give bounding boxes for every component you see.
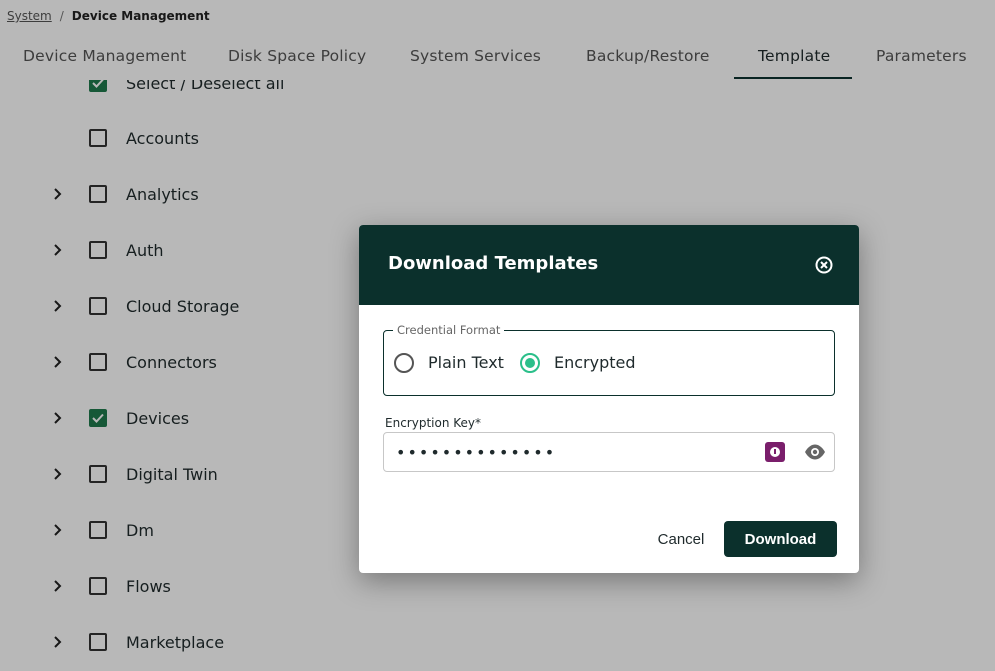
credential-format-legend: Credential Format	[393, 323, 505, 337]
eye-icon[interactable]	[804, 443, 826, 461]
download-button[interactable]: Download	[724, 521, 837, 557]
dialog-header: Download Templates	[359, 225, 859, 305]
password-manager-icon[interactable]	[765, 442, 785, 462]
plain-text-radio[interactable]	[394, 353, 414, 373]
cancel-button[interactable]: Cancel	[646, 523, 716, 555]
encrypted-radio[interactable]	[520, 353, 540, 373]
close-circle-icon[interactable]	[814, 255, 834, 275]
encrypted-label[interactable]: Encrypted	[554, 353, 636, 373]
encryption-key-input[interactable]	[396, 433, 756, 471]
credential-format-group: Credential Format Plain Text Encrypted	[383, 323, 835, 396]
encryption-key-label: Encryption Key*	[385, 416, 481, 430]
plain-text-label[interactable]: Plain Text	[428, 353, 504, 373]
encryption-key-field[interactable]	[383, 432, 835, 472]
dialog-title: Download Templates	[388, 253, 599, 274]
download-templates-dialog: Download Templates Credential Format Pla…	[359, 225, 859, 573]
